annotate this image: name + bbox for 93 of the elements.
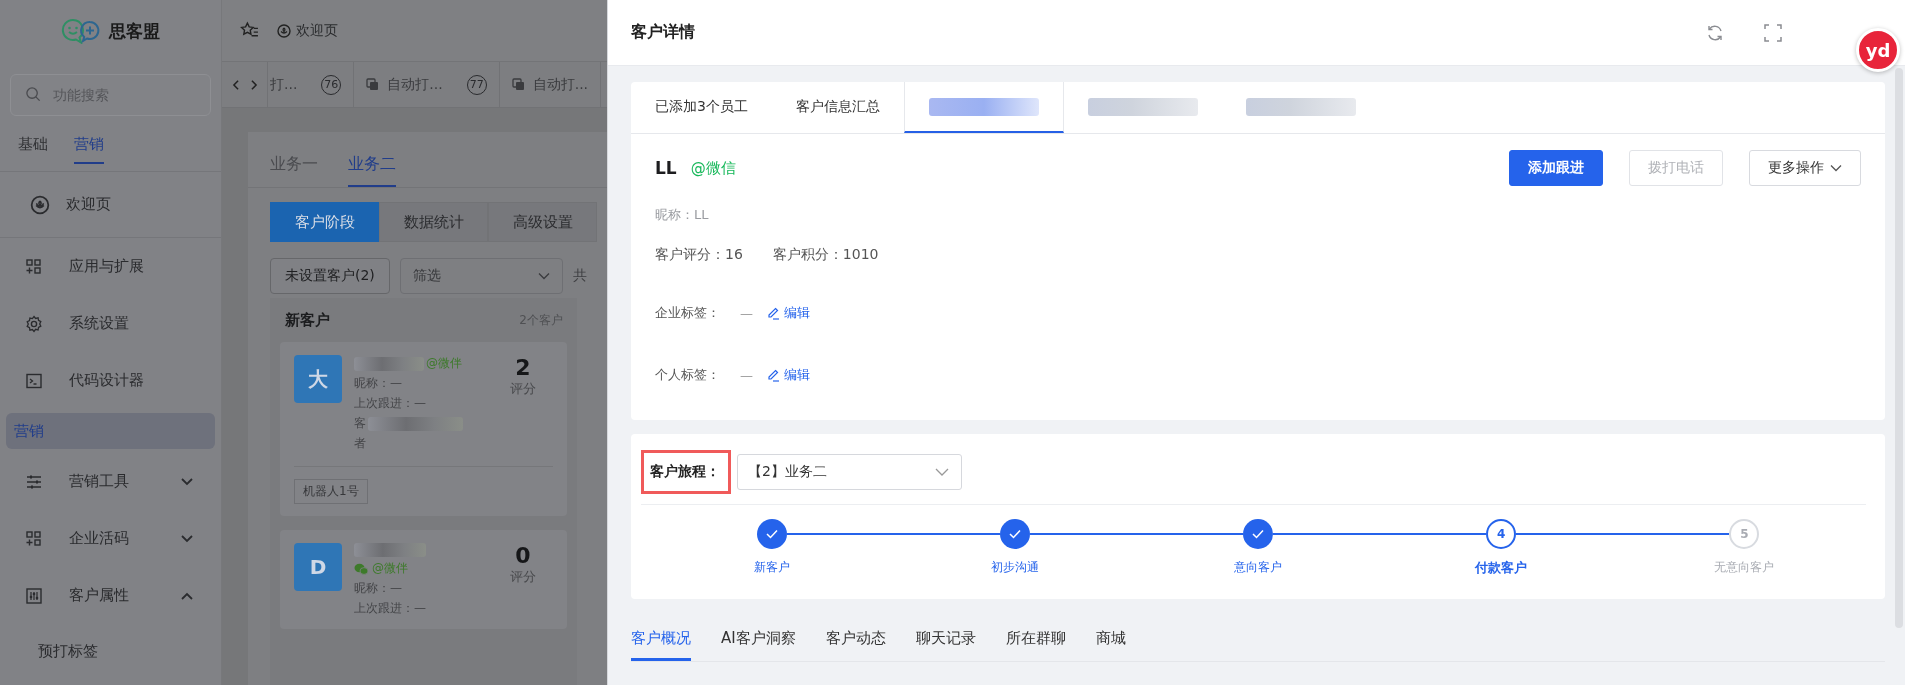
edit-link[interactable]: 编辑 (767, 366, 810, 384)
chevron-right-icon (248, 79, 259, 90)
step-label: 意向客户 (1234, 559, 1282, 576)
chevron-left-icon (230, 79, 241, 90)
page-tab[interactable]: 自动打... (499, 62, 602, 107)
scrollbar[interactable] (1895, 68, 1903, 628)
channel-label: @微伴 (426, 355, 462, 372)
detail-tab[interactable]: 已添加3个员工 (631, 82, 772, 133)
tag-label: 个人标签： (655, 366, 720, 384)
business-tab[interactable]: 业务二 (348, 154, 396, 187)
channel-label: @微伴 (354, 560, 481, 577)
section-tab[interactable]: AI客户洞察 (721, 629, 796, 661)
step-marker: 5 (1729, 519, 1760, 549)
step-label: 新客户 (753, 559, 790, 576)
avatar: D (294, 543, 342, 591)
section-tab[interactable]: 聊天记录 (915, 629, 976, 661)
journey-label: 客户旅程： (641, 450, 731, 494)
sidebar-item[interactable]: 应用与扩展 (0, 238, 221, 295)
column-title: 新客户 (285, 310, 330, 330)
sidebar-subitem[interactable]: 预打标签 (0, 624, 221, 678)
grid-plus-icon (25, 529, 43, 548)
sidebar-item[interactable]: 系统设置 (0, 295, 221, 352)
flower-badge-icon (277, 23, 291, 38)
settings-icon (25, 314, 43, 333)
check-icon (1008, 528, 1021, 540)
copy-icon (366, 78, 380, 91)
breadcrumb-tab[interactable]: 欢迎页 (277, 21, 338, 40)
tag-value: — (740, 367, 753, 383)
sidebar-item[interactable]: 企业活码 (0, 510, 221, 567)
drawer-title: 客户详情 (631, 22, 696, 43)
step-label: 无意向客户 (1714, 559, 1775, 576)
score-value: 0 (514, 543, 532, 568)
pencil-icon (767, 306, 780, 320)
check-icon (765, 528, 778, 540)
equalizer-icon (25, 586, 43, 605)
segment-tab[interactable]: 数据统计 (379, 202, 488, 242)
sidebar-item[interactable]: 营销工具 (0, 453, 221, 510)
step-label: 初步沟通 (990, 559, 1039, 576)
section-tab[interactable]: 所在群聊 (1005, 629, 1066, 661)
section-tab[interactable]: 客户动态 (825, 629, 886, 661)
chevron-down-icon (1830, 162, 1842, 174)
step-marker: 4 (1486, 519, 1517, 549)
step-label: 付款客户 (1475, 559, 1528, 577)
nickname-text: 昵称：— (354, 375, 403, 392)
section-tab[interactable]: 客户概况 (631, 629, 691, 661)
chevron-down-icon (537, 270, 550, 282)
terminal-icon (25, 371, 43, 390)
edit-link[interactable]: 编辑 (767, 304, 810, 322)
journey-select[interactable]: 【2】业务二 (737, 454, 962, 490)
customer-name: LL (655, 158, 677, 178)
flower-badge-icon (30, 194, 50, 215)
nickname-text: 昵称：— (354, 580, 403, 597)
segment-tab[interactable]: 客户阶段 (270, 202, 379, 242)
action-button[interactable]: 添加跟进 (1509, 150, 1603, 186)
sidebar-item[interactable]: 客户属性 (0, 567, 221, 624)
avatar: 大 (294, 355, 342, 403)
section-tab[interactable]: 商城 (1095, 629, 1126, 661)
tag-value: — (740, 305, 753, 321)
chat-bubbles-logo-icon (61, 18, 101, 44)
sidebar-tab[interactable]: 基础 (18, 123, 48, 164)
redacted-name (354, 356, 424, 371)
page-tab[interactable]: 打... 76 (268, 62, 355, 107)
page-tab[interactable]: 自动打... 77 (354, 62, 500, 107)
channel-label: @微信 (690, 158, 737, 178)
customer-points: 客户积分：1010 (772, 246, 879, 264)
brand-name: 思客盟 (109, 19, 160, 43)
check-icon (1252, 528, 1264, 540)
score-value: 2 (514, 355, 532, 380)
unset-customers-button[interactable]: 未设置客户(2) (270, 258, 390, 294)
redacted-name (354, 543, 426, 557)
detail-tab[interactable] (903, 82, 1064, 133)
sidebar-item[interactable]: 代码设计器 (0, 352, 221, 409)
sidebar-tab[interactable]: 营销 (74, 123, 104, 164)
tag-label: 企业标签： (655, 304, 720, 322)
total-count: 共 (572, 267, 587, 285)
copy-icon (511, 78, 525, 91)
sidebar-group-header[interactable]: 营销 (6, 413, 215, 449)
segment-tab[interactable]: 高级设置 (488, 202, 597, 242)
more-actions-dropdown[interactable]: 更多操作 (1749, 150, 1861, 186)
owner-text: 客 (354, 415, 366, 432)
score-label: 评分 (509, 568, 537, 586)
refresh-icon (1706, 23, 1724, 42)
pencil-icon (767, 368, 780, 382)
fullscreen-icon (1764, 23, 1782, 42)
score-label: 评分 (509, 380, 537, 398)
wechat-icon (354, 561, 369, 576)
customer-score: 客户评分：16 (655, 246, 743, 264)
owner-text: 者 (354, 435, 367, 452)
grid-plus-icon (25, 257, 43, 276)
nickname-text: 昵称：LL (655, 206, 710, 224)
filter-select[interactable]: 筛选 (399, 258, 563, 294)
detail-tab[interactable]: 客户信息汇总 (771, 82, 904, 133)
customer-tag: 机器人1号 (294, 479, 368, 504)
